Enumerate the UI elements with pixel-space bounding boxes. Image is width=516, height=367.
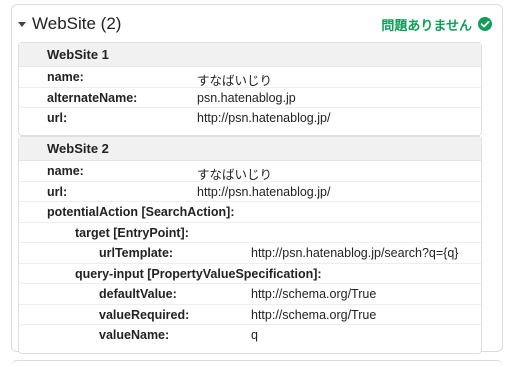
website-1-block: WebSite 1 name: すなばいじり alternateName: ps…: [18, 42, 482, 136]
property-name: name:: [47, 70, 84, 84]
website-title: WebSite (2): [32, 14, 122, 33]
collapse-triangle-icon[interactable]: [18, 21, 26, 27]
table-row: url: http://psn.hatenablog.jp/: [19, 182, 481, 202]
table-row: valueRequired: http://schema.org/True: [19, 305, 481, 325]
table-row: urlTemplate: http://psn.hatenablog.jp/se…: [19, 243, 481, 264]
property-name: defaultValue:: [99, 287, 177, 301]
property-name: query-input [PropertyValueSpecification]…: [75, 266, 322, 281]
table-row: valueName: q: [19, 325, 481, 346]
validation-status: 問題ありません: [381, 15, 492, 34]
table-row: name: すなばいじり: [19, 67, 481, 88]
property-value: q: [251, 328, 258, 342]
table-row: potentialAction [SearchAction]:: [19, 202, 481, 223]
property-name: alternateName:: [47, 90, 138, 105]
table-row: target [EntryPoint]:: [19, 223, 481, 243]
property-name: url:: [47, 111, 68, 125]
property-name: name:: [47, 164, 84, 178]
website-2-block: WebSite 2 name: すなばいじり url: http://psn.h…: [18, 136, 482, 354]
property-value: http://schema.org/True: [251, 287, 377, 301]
table-row: defaultValue: http://schema.org/True: [19, 284, 481, 305]
block-title: WebSite 1: [19, 43, 481, 67]
validation-status-text: 問題ありません: [381, 17, 472, 33]
check-circle-icon: [478, 17, 492, 31]
property-value: http://schema.org/True: [251, 307, 377, 322]
table-row: name: すなばいじり: [19, 161, 481, 182]
property-value: http://psn.hatenablog.jp/: [197, 184, 331, 199]
property-value: http://psn.hatenablog.jp/search?q={q}: [251, 246, 459, 260]
property-name: url:: [47, 184, 68, 199]
property-name: potentialAction [SearchAction]:: [47, 205, 235, 219]
table-row: query-input [PropertyValueSpecification]…: [19, 264, 481, 284]
website-header[interactable]: WebSite (2) 問題ありません: [12, 5, 502, 43]
property-value: すなばいじり: [197, 74, 273, 88]
property-name: target [EntryPoint]:: [75, 225, 189, 240]
property-name: valueName:: [99, 328, 170, 342]
table-row: url: http://psn.hatenablog.jp/: [19, 108, 481, 129]
property-name: valueRequired:: [99, 307, 190, 322]
property-value: http://psn.hatenablog.jp/: [197, 111, 331, 125]
property-name: urlTemplate:: [99, 246, 174, 260]
property-value: psn.hatenablog.jp: [197, 90, 296, 105]
block-title: WebSite 2: [19, 137, 481, 161]
table-row: alternateName: psn.hatenablog.jp: [19, 88, 481, 108]
property-value: すなばいじり: [197, 168, 273, 182]
